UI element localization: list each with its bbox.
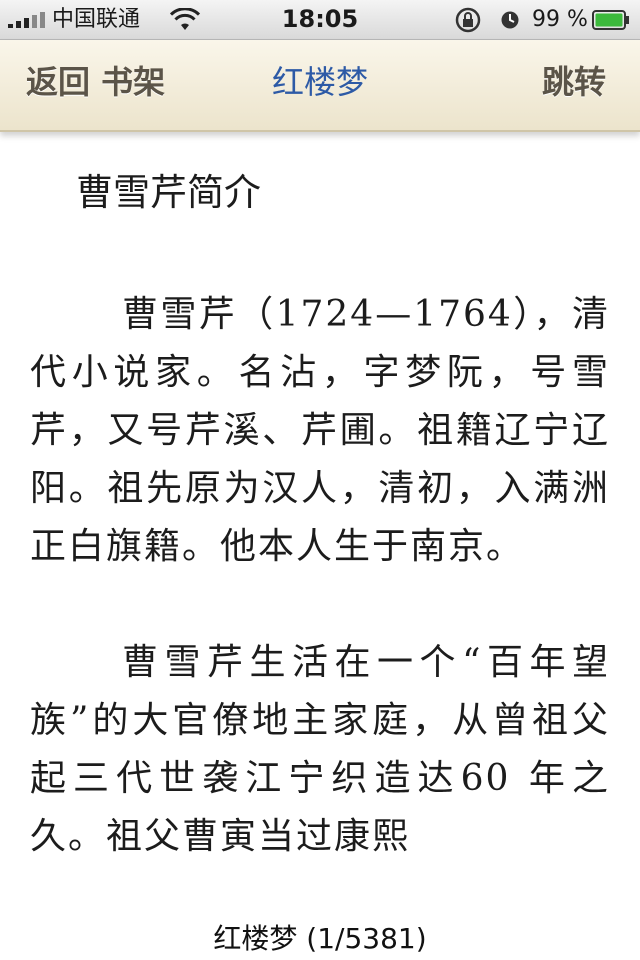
back-to-bookshelf-button[interactable]: 返回 书架 <box>26 60 165 104</box>
battery-icon <box>592 10 629 30</box>
status-bar: 中国联通 18:05 99 % <box>0 0 640 40</box>
reading-content[interactable]: 曹雪芹简介 曹雪芹（1724—1764），清代小说家。名沾，字梦阮，号雪芹，又号… <box>30 164 610 904</box>
alarm-icon <box>501 11 519 29</box>
nav-bar: 返回 书架 红楼梦 跳转 <box>0 40 640 132</box>
battery-percent: 99 % <box>532 7 588 32</box>
footer-book-title: 红楼梦 <box>213 922 298 955</box>
rotation-lock-icon <box>455 7 481 33</box>
paragraph: 曹雪芹（1724—1764），清代小说家。名沾，字梦阮，号雪芹，又号芹溪、芹圃。… <box>30 294 610 567</box>
jump-button[interactable]: 跳转 <box>542 60 606 104</box>
page-indicator: (1/5381) <box>306 922 427 955</box>
page-footer: 红楼梦 (1/5381) <box>0 918 640 960</box>
chapter-heading: 曹雪芹简介 <box>76 171 261 214</box>
paragraph: 曹雪芹生活在一个“百年望族”的大官僚地主家庭，从曾祖父起三代世袭江宁织造达60 … <box>30 642 610 857</box>
